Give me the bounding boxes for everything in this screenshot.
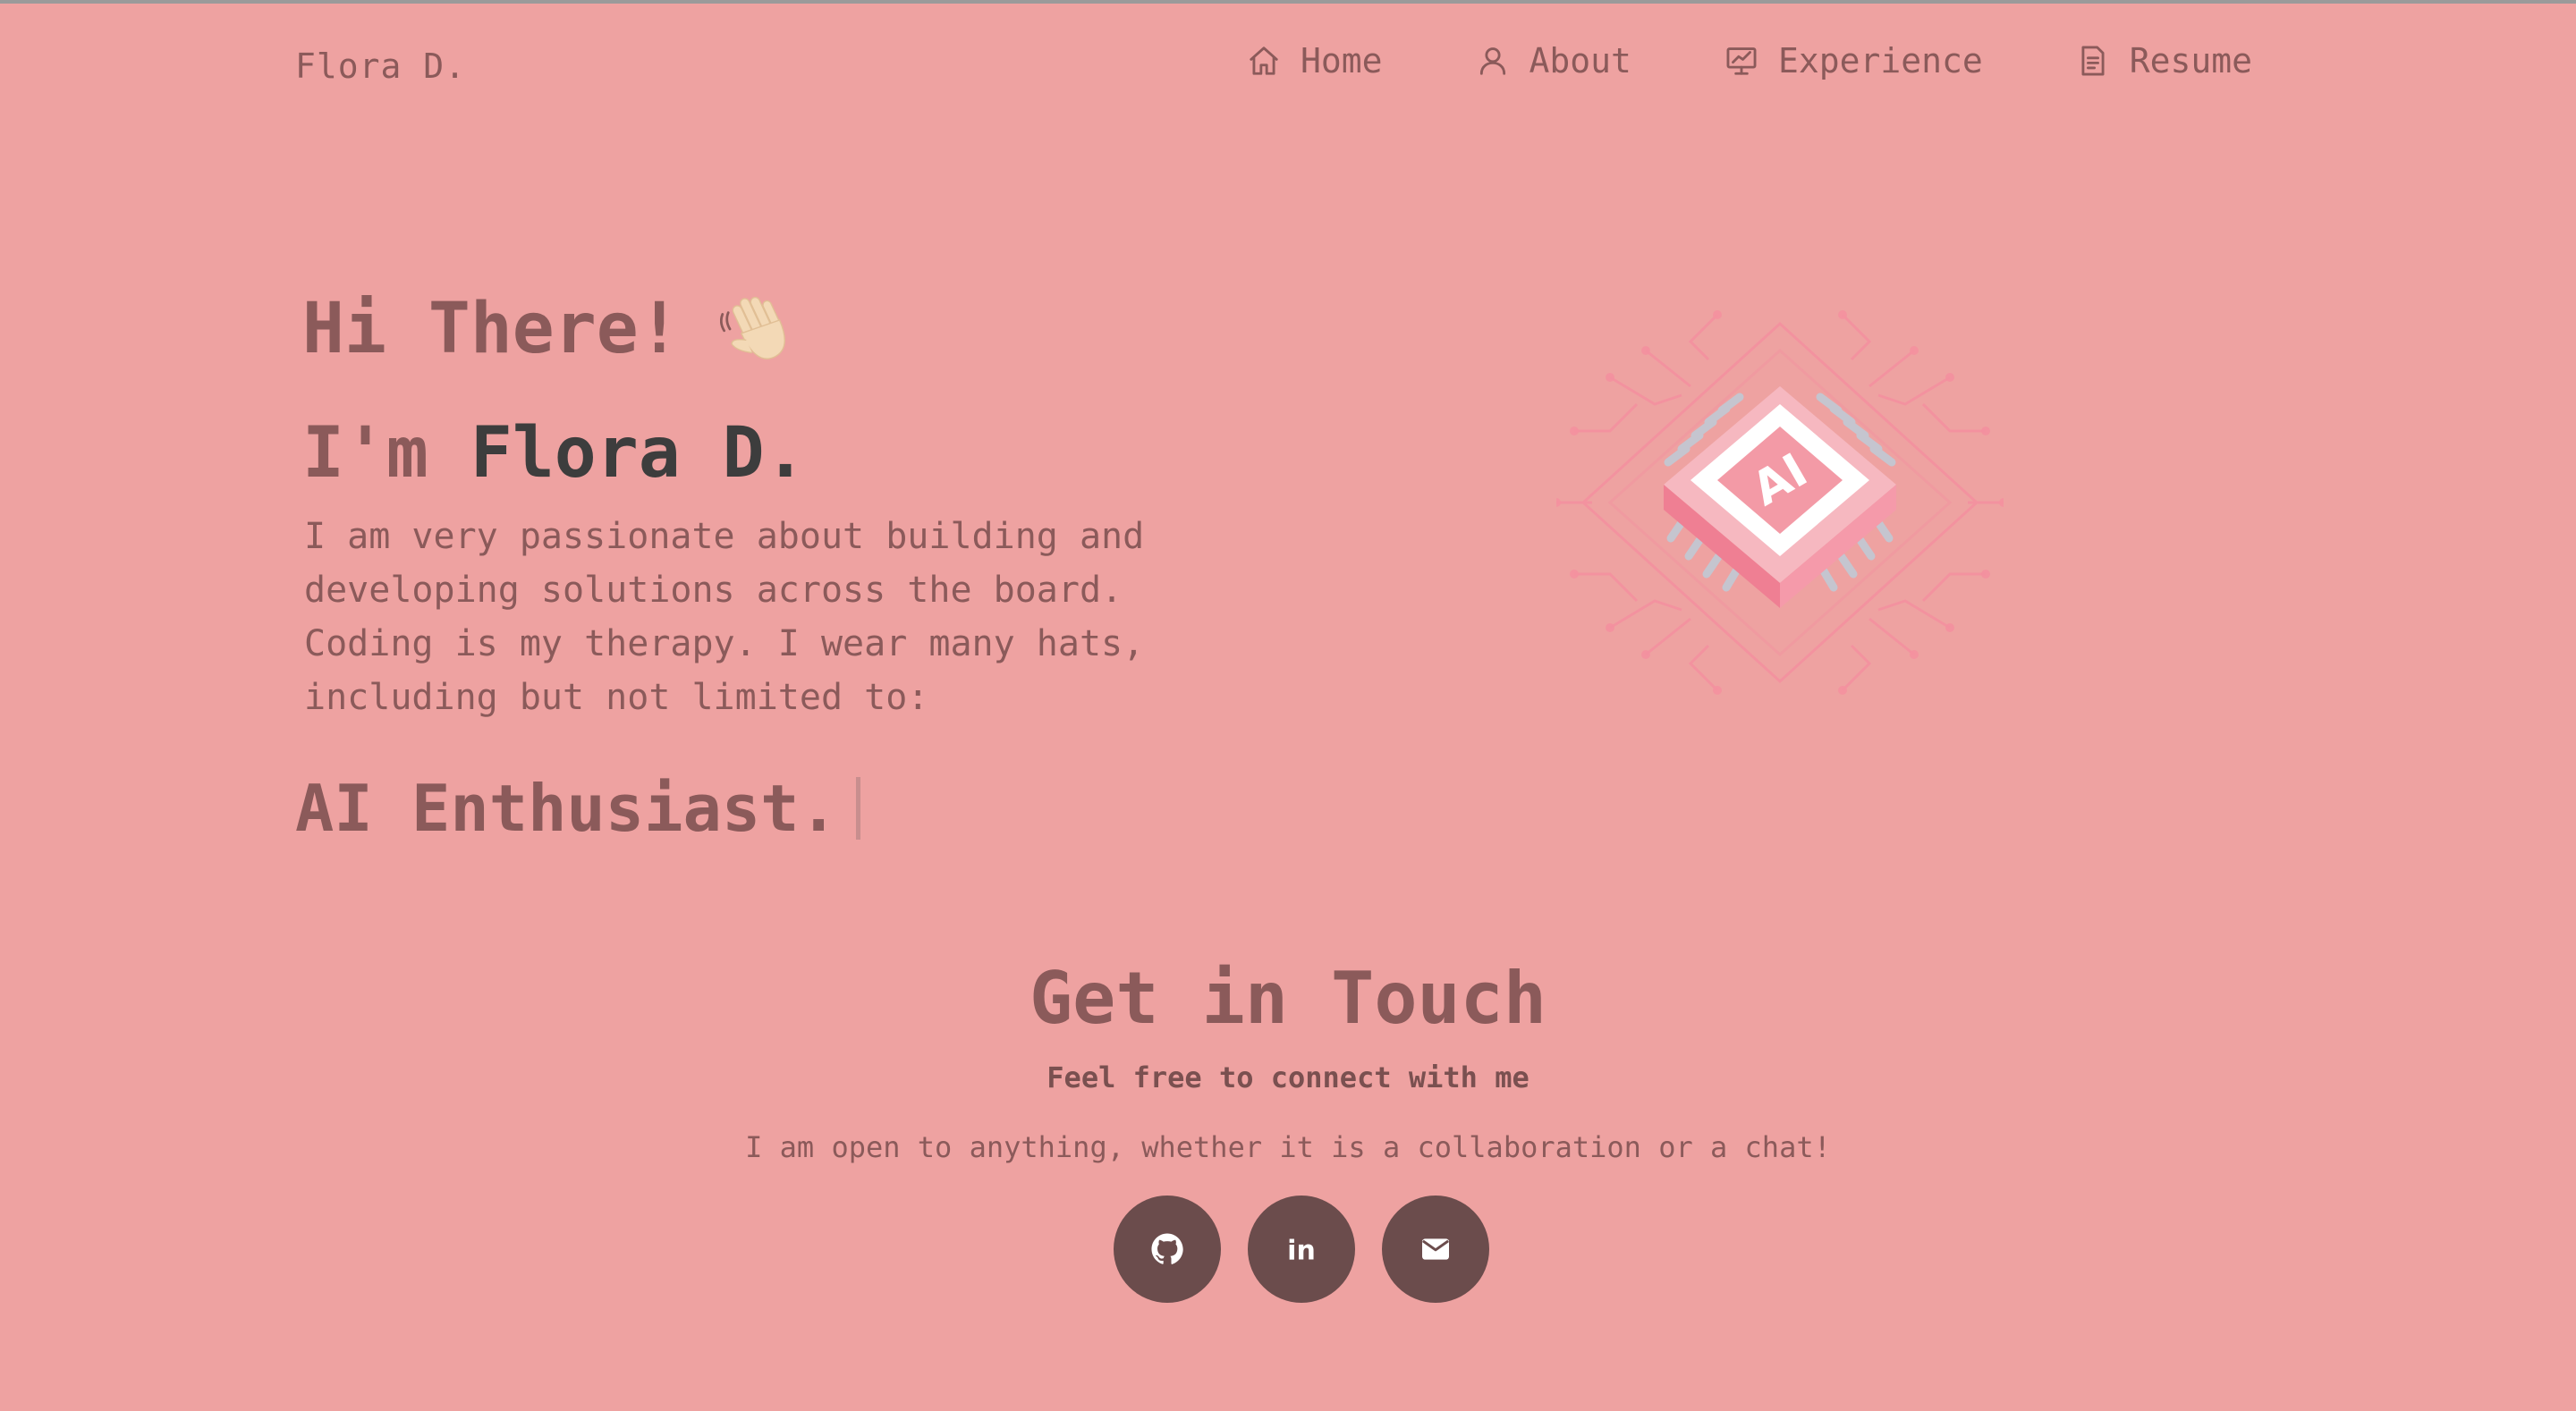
- waving-hand-icon: [719, 296, 785, 359]
- home-icon: [1250, 46, 1278, 75]
- contact-title: Get in Touch: [1030, 957, 1546, 1040]
- linkedin-icon: in: [1287, 1236, 1316, 1267]
- im-prefix: I'm: [302, 413, 428, 494]
- social-links: in: [1114, 1196, 1489, 1303]
- typing-role: AI Enthusiast.: [295, 771, 860, 846]
- contact-text: I am open to anything, whether it is a c…: [745, 1130, 1831, 1164]
- github-icon: [1151, 1233, 1183, 1264]
- typing-cursor: [855, 777, 860, 840]
- nav-resume[interactable]: Resume: [2076, 41, 2252, 80]
- user-icon: [1479, 47, 1505, 75]
- brand-logo[interactable]: Flora D.: [295, 46, 466, 86]
- nav-about[interactable]: About: [1476, 41, 1631, 80]
- contact-subtitle: Feel free to connect with me: [1046, 1060, 1530, 1094]
- github-button[interactable]: [1114, 1196, 1221, 1303]
- hero-intro: I am very passionate about building and …: [304, 516, 1145, 718]
- hero-name: Flora D.: [470, 413, 807, 494]
- nav-experience-label: Experience: [1777, 41, 1983, 80]
- role-text: AI Enthusiast.: [295, 771, 838, 846]
- nav-home[interactable]: Home: [1247, 41, 1383, 80]
- hero-greeting: Hi There!: [302, 288, 802, 370]
- nav-about-label: About: [1529, 41, 1631, 80]
- presentation-icon: [1726, 47, 1757, 75]
- main-nav: Home About Experience Resume: [1247, 41, 2252, 80]
- linkedin-label: in: [1287, 1236, 1316, 1267]
- nav-resume-label: Resume: [2129, 41, 2252, 80]
- ai-chip-illustration: AI: [1556, 310, 2004, 695]
- email-button[interactable]: [1382, 1196, 1489, 1303]
- greeting-text: Hi There!: [302, 289, 681, 369]
- nav-home-label: Home: [1301, 41, 1383, 80]
- document-icon: [2081, 46, 2105, 76]
- top-border: [0, 0, 2576, 4]
- nav-experience[interactable]: Experience: [1724, 41, 1983, 80]
- mail-icon: [1421, 1238, 1450, 1260]
- linkedin-button[interactable]: in: [1248, 1196, 1355, 1303]
- hero-name-line: I'm Flora D.: [302, 413, 807, 494]
